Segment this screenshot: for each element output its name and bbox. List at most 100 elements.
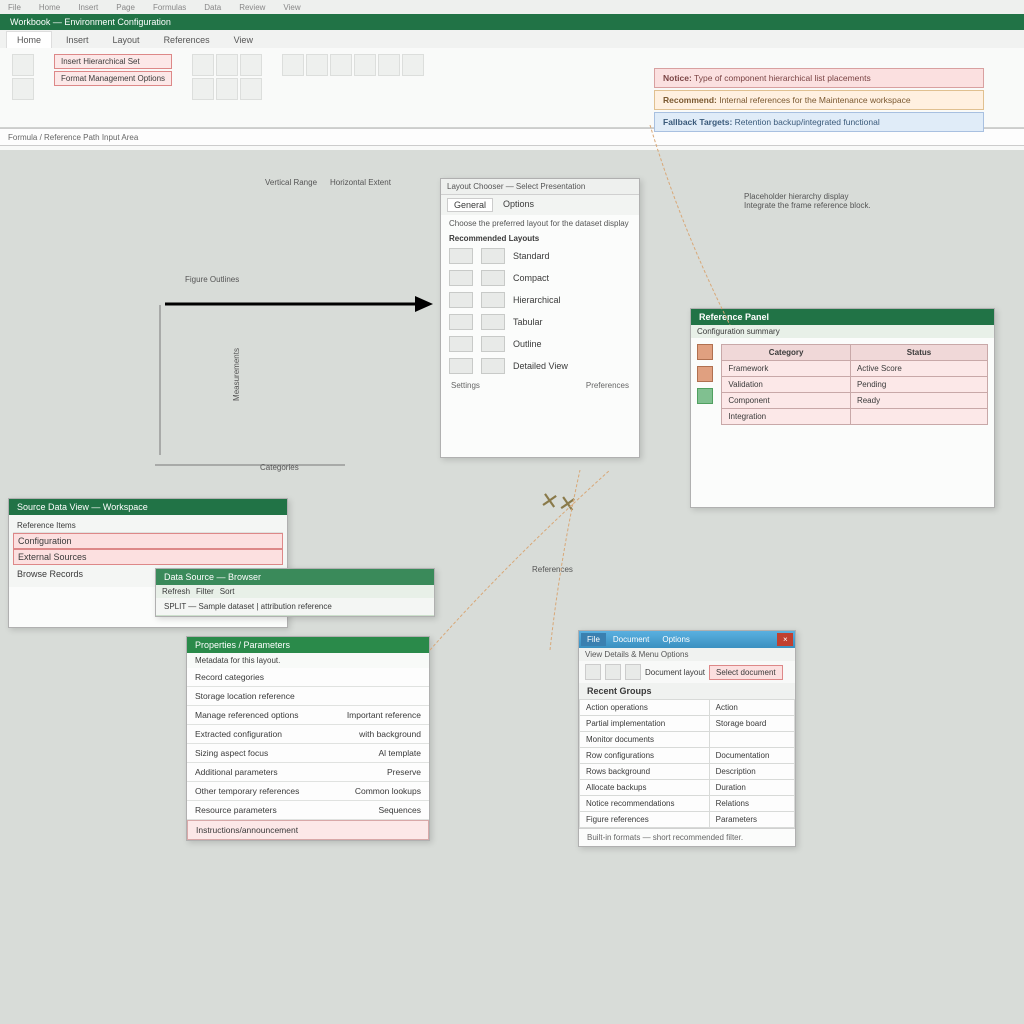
property-row[interactable]: Storage location reference xyxy=(187,687,429,706)
layout-option[interactable]: Detailed View xyxy=(441,355,639,377)
dialog-footer-link[interactable]: Settings xyxy=(451,381,480,390)
window-toolbar: Refresh Filter Sort xyxy=(156,585,434,598)
toolbar-button[interactable]: Refresh xyxy=(162,587,190,596)
dialog-tab[interactable]: General xyxy=(447,198,493,212)
table-row[interactable]: ValidationPending xyxy=(722,377,988,393)
ribbon-button[interactable] xyxy=(216,78,238,100)
table-row[interactable]: FrameworkActive Score xyxy=(722,361,988,377)
dialog-footer: Settings Preferences xyxy=(441,377,639,394)
ribbon-button[interactable] xyxy=(378,54,400,76)
table-row[interactable]: Rows backgroundDescription xyxy=(580,764,795,780)
property-row[interactable]: Sizing aspect focusAl template xyxy=(187,744,429,763)
panel-row-highlighted[interactable]: Configuration xyxy=(13,533,283,549)
side-annotation: Placeholder hierarchy display Integrate … xyxy=(744,192,884,210)
ribbon-button[interactable] xyxy=(12,78,34,100)
panel-row[interactable]: Reference Items xyxy=(13,519,283,533)
property-row[interactable]: Extracted configurationwith background xyxy=(187,725,429,744)
layout-option[interactable]: Compact xyxy=(441,267,639,289)
layout-option[interactable]: Hierarchical xyxy=(441,289,639,311)
ribbon-highlight-2[interactable]: Format Management Options xyxy=(54,71,172,86)
window-tab[interactable]: Options xyxy=(656,633,696,646)
layout-option[interactable]: Tabular xyxy=(441,311,639,333)
window-subtitle: Metadata for this layout. xyxy=(187,653,429,668)
table-row[interactable]: Allocate backupsDuration xyxy=(580,780,795,796)
table-row[interactable]: Monitor documents xyxy=(580,732,795,748)
ribbon-button[interactable] xyxy=(282,54,304,76)
panel-icon[interactable] xyxy=(697,388,713,404)
ribbon-button[interactable] xyxy=(240,54,262,76)
layout-option[interactable]: Outline xyxy=(441,333,639,355)
layout-thumb-icon xyxy=(449,292,473,308)
ribbon-button[interactable] xyxy=(402,54,424,76)
menu-item[interactable]: Page xyxy=(116,3,135,12)
panel-row-highlighted[interactable]: External Sources xyxy=(13,549,283,565)
panel-icon[interactable] xyxy=(697,344,713,360)
menu-item[interactable]: Data xyxy=(204,3,221,12)
ribbon-button[interactable] xyxy=(306,54,328,76)
table-row[interactable]: Row configurationsDocumentation xyxy=(580,748,795,764)
property-row[interactable]: Manage referenced optionsImportant refer… xyxy=(187,706,429,725)
layout-option[interactable]: Standard xyxy=(441,245,639,267)
property-row[interactable]: Resource parametersSequences xyxy=(187,801,429,820)
toolbar-label: Document layout xyxy=(645,668,705,677)
dialog-tab[interactable]: Options xyxy=(497,198,540,212)
ribbon-group xyxy=(8,52,38,123)
ribbon-button[interactable] xyxy=(240,78,262,100)
chart-x-axis xyxy=(155,455,355,475)
table-row[interactable]: Figure referencesParameters xyxy=(580,812,795,828)
properties-window: Properties / Parameters Metadata for thi… xyxy=(186,636,430,841)
window-header: Data Source — Browser xyxy=(156,569,434,585)
menu-item[interactable]: Review xyxy=(239,3,265,12)
menu-item[interactable]: Home xyxy=(39,3,60,12)
layout-thumb-icon xyxy=(481,358,505,374)
chart-sub2: Horizontal Extent xyxy=(330,178,391,187)
ribbon-highlight-1[interactable]: Insert Hierarchical Set xyxy=(54,54,172,69)
table-row[interactable]: Integration xyxy=(722,409,988,425)
select-document-button[interactable]: Select document xyxy=(709,665,783,680)
ribbon-tab[interactable]: View xyxy=(224,32,263,48)
panel-icon[interactable] xyxy=(697,366,713,382)
layout-thumb-icon xyxy=(449,270,473,286)
reference-table: CategoryStatus FrameworkActive Score Val… xyxy=(721,344,988,425)
table-row[interactable]: Action operationsAction xyxy=(580,700,795,716)
ribbon-button[interactable] xyxy=(192,78,214,100)
ribbon-tab[interactable]: Insert xyxy=(56,32,99,48)
arrow-right-icon xyxy=(165,292,435,316)
chart-xlabel: Categories xyxy=(260,463,299,472)
menu-item[interactable]: Insert xyxy=(78,3,98,12)
ribbon-button[interactable] xyxy=(216,54,238,76)
property-row[interactable]: Record categories xyxy=(187,668,429,687)
close-icon[interactable]: × xyxy=(777,633,793,646)
toolbar-button[interactable]: Filter xyxy=(196,587,214,596)
table-row[interactable]: ComponentReady xyxy=(722,393,988,409)
property-row[interactable]: Additional parametersPreserve xyxy=(187,763,429,782)
ribbon-tab[interactable]: References xyxy=(154,32,220,48)
ribbon-tab[interactable]: Layout xyxy=(103,32,150,48)
property-row[interactable]: Other temporary referencesCommon lookups xyxy=(187,782,429,801)
panel-header: Source Data View — Workspace xyxy=(9,499,287,515)
ribbon-group-highlighted: Insert Hierarchical Set Format Managemen… xyxy=(50,52,176,123)
dialog-footer-link[interactable]: Preferences xyxy=(586,381,629,390)
dialog-header: Layout Chooser — Select Presentation xyxy=(441,179,639,195)
panel-link[interactable]: Browse Records xyxy=(17,569,83,579)
ribbon-button[interactable] xyxy=(12,54,34,76)
ribbon-button[interactable] xyxy=(330,54,352,76)
toolbar-button[interactable]: Sort xyxy=(220,587,235,596)
window-footer: Built-in formats — short recommended fil… xyxy=(579,828,795,846)
ribbon-button[interactable] xyxy=(354,54,376,76)
layout-thumb-icon xyxy=(449,248,473,264)
ribbon-tab-home[interactable]: Home xyxy=(6,31,52,48)
window-row[interactable]: SPLIT — Sample dataset | attribution ref… xyxy=(156,598,434,616)
table-row[interactable]: Notice recommendationsRelations xyxy=(580,796,795,812)
layout-thumb-icon xyxy=(481,336,505,352)
property-row-highlighted[interactable]: Instructions/announcement xyxy=(187,820,429,840)
connector-line xyxy=(640,125,760,345)
layout-thumb-icon xyxy=(449,314,473,330)
table-row[interactable]: Partial implementationStorage board xyxy=(580,716,795,732)
menu-item[interactable]: Formulas xyxy=(153,3,186,12)
menu-item[interactable]: File xyxy=(8,3,21,12)
ribbon-button[interactable] xyxy=(192,54,214,76)
menu-item[interactable]: View xyxy=(283,3,300,12)
chart-title: Figure Outlines xyxy=(185,275,239,284)
dialog-section: Recommended Layouts xyxy=(441,232,639,245)
